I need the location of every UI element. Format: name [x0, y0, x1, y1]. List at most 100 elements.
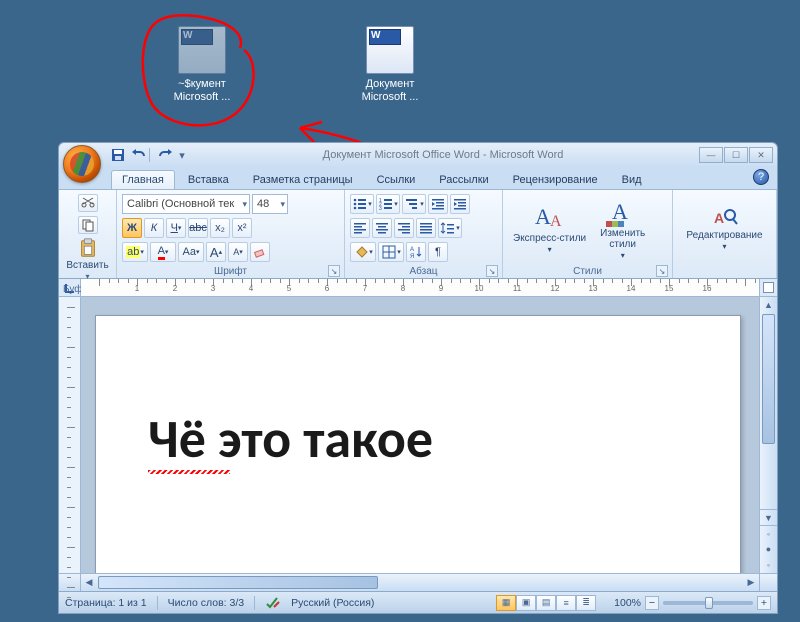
zoom-out-button[interactable]: − [645, 596, 659, 610]
view-full-screen[interactable]: ▣ [516, 595, 536, 611]
grow-font-button[interactable]: A▴ [206, 242, 226, 262]
status-words[interactable]: Число слов: 3/3 [168, 597, 244, 609]
svg-text:A: A [714, 210, 724, 226]
underline-button[interactable]: Ч▾ [166, 218, 186, 238]
shrink-font-button[interactable]: A▾ [228, 242, 248, 262]
multilevel-button[interactable]: ▾ [402, 194, 426, 214]
scroll-right-button[interactable]: ▶ [743, 574, 759, 590]
view-ruler-toggle[interactable] [763, 282, 774, 293]
qat-customize-button[interactable]: ▾ [177, 146, 187, 164]
strike-button[interactable]: abc [188, 218, 208, 238]
line-spacing-button[interactable]: ▾ [438, 218, 462, 238]
bold-button[interactable]: Ж [122, 218, 142, 238]
group-styles-label: Стили ↘ [507, 265, 668, 277]
svg-text:Я: Я [410, 254, 414, 260]
svg-text:A: A [410, 247, 414, 253]
zoom-in-button[interactable]: + [757, 596, 771, 610]
editing-button[interactable]: A Редактирование ▾ [680, 205, 768, 253]
font-color-button[interactable]: A▾ [150, 242, 176, 262]
zoom-slider[interactable] [663, 601, 753, 605]
align-center-button[interactable] [372, 218, 392, 238]
view-outline[interactable]: ≡ [556, 595, 576, 611]
hscroll-thumb[interactable] [98, 576, 378, 589]
desktop-icon-temp-doc[interactable]: ~$кумент Microsoft ... [157, 26, 247, 104]
scissors-icon [80, 195, 96, 211]
next-page-button[interactable]: ◦ [760, 557, 777, 573]
prev-page-button[interactable]: ◦ [760, 525, 777, 541]
copy-button[interactable] [78, 216, 98, 234]
document-text[interactable]: Чё это такое [148, 406, 700, 472]
bucket-icon [353, 244, 369, 260]
borders-button[interactable]: ▾ [378, 242, 404, 262]
scroll-up-button[interactable]: ▲ [760, 297, 777, 313]
change-case-button[interactable]: Aa▾ [178, 242, 204, 262]
sort-button[interactable]: AЯ [406, 242, 426, 262]
tab-references[interactable]: Ссылки [366, 170, 427, 189]
document-viewport[interactable]: Чё это такое [81, 297, 759, 573]
paste-button[interactable]: Вставить ▾ [60, 237, 114, 283]
qat-save-button[interactable] [109, 146, 127, 164]
change-styles-button[interactable]: A Изменить стили ▾ [594, 197, 651, 262]
styles-dialog-launcher[interactable]: ↘ [656, 265, 668, 277]
justify-button[interactable] [416, 218, 436, 238]
indent-icon [452, 196, 468, 212]
proofing-icon[interactable] [265, 596, 281, 610]
font-family-combo[interactable]: Calibri (Основной тек [122, 194, 250, 214]
qat-redo-button[interactable] [157, 146, 175, 164]
word-doc-icon [366, 26, 414, 74]
status-language[interactable]: Русский (Россия) [291, 597, 374, 609]
horizontal-ruler[interactable]: 12345678910111213141516 [81, 279, 759, 296]
scroll-left-button[interactable]: ◀ [81, 574, 97, 590]
view-web-layout[interactable]: ▤ [536, 595, 556, 611]
highlight-button[interactable]: ab▾ [122, 242, 148, 262]
align-left-button[interactable] [350, 218, 370, 238]
minimize-button[interactable]: — [699, 147, 723, 163]
titlebar: ▾ Документ Microsoft Office Word - Micro… [59, 143, 777, 167]
font-dialog-launcher[interactable]: ↘ [328, 265, 340, 277]
tab-mailings[interactable]: Рассылки [428, 170, 499, 189]
bullets-button[interactable]: ▾ [350, 194, 374, 214]
status-bar: Страница: 1 из 1 Число слов: 3/3 Русский… [59, 591, 777, 613]
tab-view[interactable]: Вид [611, 170, 653, 189]
tab-page-layout[interactable]: Разметка страницы [242, 170, 364, 189]
maximize-button[interactable]: ☐ [724, 147, 748, 163]
italic-button[interactable]: К [144, 218, 164, 238]
quick-styles-button[interactable]: AA Экспресс-стили ▾ [507, 202, 592, 256]
vertical-scrollbar[interactable]: ▲ ▼ ◦ ● ◦ [759, 297, 777, 573]
help-button[interactable]: ? [753, 169, 769, 185]
browse-object-button[interactable]: ● [760, 541, 777, 557]
tab-review[interactable]: Рецензирование [502, 170, 609, 189]
clear-format-button[interactable] [250, 242, 270, 262]
numbering-button[interactable]: 123▾ [376, 194, 400, 214]
desktop-icon-doc[interactable]: Документ Microsoft ... [345, 26, 435, 104]
close-button[interactable]: ✕ [749, 147, 773, 163]
superscript-button[interactable]: x² [232, 218, 252, 238]
zoom-level[interactable]: 100% [614, 597, 641, 609]
subscript-button[interactable]: x₂ [210, 218, 230, 238]
group-styles: AA Экспресс-стили ▾ A Изменить стили ▾ С… [503, 190, 673, 278]
scroll-down-button[interactable]: ▼ [760, 509, 777, 525]
tab-home[interactable]: Главная [111, 170, 175, 189]
font-size-combo[interactable]: 48 [252, 194, 288, 214]
word-doc-icon [178, 26, 226, 74]
view-print-layout[interactable]: ▦ [496, 595, 516, 611]
horizontal-scrollbar[interactable]: ◀ ▶ [59, 573, 777, 591]
tab-insert[interactable]: Вставка [177, 170, 240, 189]
shading-button[interactable]: ▾ [350, 242, 376, 262]
zoom-knob[interactable] [705, 597, 713, 609]
align-right-button[interactable] [394, 218, 414, 238]
cut-button[interactable] [78, 194, 98, 212]
indent-left-button[interactable] [428, 194, 448, 214]
view-draft[interactable]: ≣ [576, 595, 596, 611]
show-marks-button[interactable]: ¶ [428, 242, 448, 262]
indent-right-button[interactable] [450, 194, 470, 214]
scroll-thumb[interactable] [762, 314, 775, 444]
status-page[interactable]: Страница: 1 из 1 [65, 597, 147, 609]
ruler-toggle-wrap [759, 279, 777, 296]
zoom-controls: 100% − + [614, 596, 771, 610]
vertical-ruler[interactable] [59, 297, 81, 573]
group-font: Calibri (Основной тек 48 Ж К Ч▾ abc x₂ x… [117, 190, 345, 278]
paragraph-dialog-launcher[interactable]: ↘ [486, 265, 498, 277]
office-button[interactable] [63, 145, 101, 183]
qat-undo-button[interactable] [129, 146, 147, 164]
